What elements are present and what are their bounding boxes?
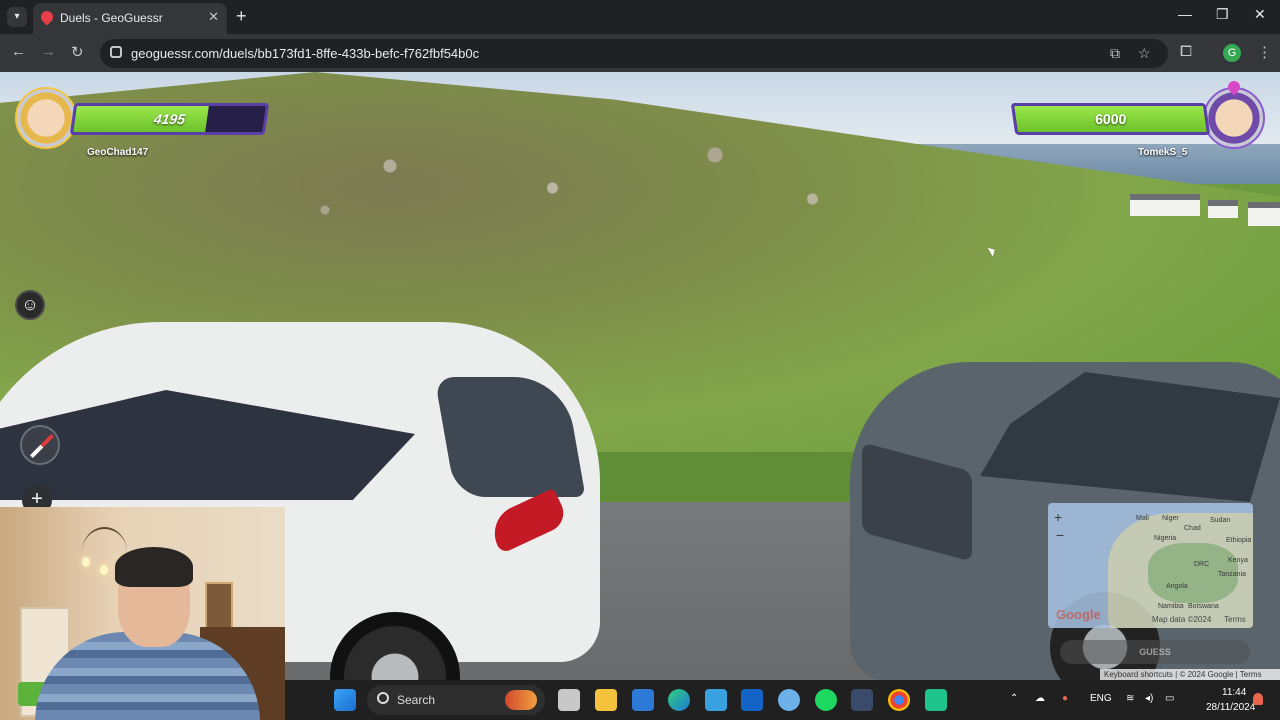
house (1130, 194, 1200, 216)
left-player-health: 4195 (152, 111, 187, 127)
back-icon[interactable]: ← (11, 43, 26, 60)
keyboard-shortcuts-link[interactable]: Keyboard shortcuts (1104, 670, 1173, 679)
windows-start-icon[interactable] (334, 689, 356, 711)
show-hidden-icons-icon[interactable]: ⌃ (1010, 693, 1018, 704)
rocks (260, 122, 910, 232)
webcam-overlay (0, 507, 285, 720)
app-icon[interactable] (925, 689, 947, 711)
browser-toolbar: ← → ↻ geoguessr.com/duels/bb173fd1-8ffe-… (0, 34, 1280, 72)
guess-minimap[interactable]: + − Mali Niger Chad Sudan Nigeria Ethiop… (1048, 503, 1253, 628)
volume-icon[interactable]: ◂) (1145, 693, 1153, 704)
app-icon[interactable] (705, 689, 727, 711)
left-player-avatar (15, 87, 77, 149)
map-zoom-out-button[interactable]: − (1056, 527, 1064, 543)
clock-time[interactable]: 11:44 (1222, 687, 1246, 698)
map-label: Mali (1136, 515, 1149, 522)
house (1208, 200, 1238, 218)
edge-icon[interactable] (668, 689, 690, 711)
clock-date[interactable]: 28/11/2024 (1206, 702, 1255, 713)
minimize-icon[interactable]: — (1178, 6, 1192, 22)
microphone-icon[interactable]: ● (1062, 693, 1068, 704)
browser-tab[interactable]: Duels - GeoGuessr ✕ (33, 3, 227, 34)
address-bar[interactable]: geoguessr.com/duels/bb173fd1-8ffe-433b-b… (100, 39, 1168, 68)
geoguessr-favicon-icon (38, 8, 56, 26)
wifi-icon[interactable]: ≋ (1126, 693, 1134, 704)
emote-smiley-icon[interactable]: ☺ (15, 290, 45, 320)
compass-needle (29, 433, 55, 459)
spotify-icon[interactable] (815, 689, 837, 711)
map-label: Nigeria (1154, 535, 1177, 542)
left-player-health-bar: 4195 (69, 103, 270, 135)
person-hair (115, 547, 193, 587)
right-player-health-bar: 6000 (1010, 103, 1211, 135)
chrome-icon[interactable] (888, 689, 910, 711)
task-view-icon[interactable] (558, 689, 580, 711)
notification-bell-icon[interactable] (1253, 693, 1263, 705)
tab-title: Duels - GeoGuessr (60, 11, 163, 25)
house (1248, 202, 1280, 226)
search-icon (377, 692, 389, 704)
search-placeholder: Search (397, 693, 436, 707)
battery-icon[interactable]: ▭ (1165, 693, 1174, 704)
map-terms-link[interactable]: Terms (1224, 615, 1246, 624)
map-label: Ethiopia (1226, 537, 1252, 544)
copyright-text: © 2024 Google (1179, 670, 1234, 679)
map-zoom-in-button[interactable]: + (1054, 509, 1062, 525)
windows-taskbar: Search ⌃ ☁ ● ENG ≋ ◂) ▭ 11:44 28/11/2024 (285, 680, 1280, 720)
profile-avatar[interactable]: G (1223, 44, 1241, 62)
map-label: Tanzania (1218, 571, 1247, 578)
left-player-name: GeoChad147 (87, 147, 149, 158)
google-logo: Google (1056, 607, 1101, 622)
extensions-icon[interactable]: ⧠ (1180, 43, 1192, 60)
map-label: DRC (1194, 561, 1210, 568)
app-icon[interactable] (778, 689, 800, 711)
browser-tab-bar: ▾ Duels - GeoGuessr ✕ + — ❐ ✕ (0, 0, 1280, 34)
language-indicator[interactable]: ENG (1090, 693, 1112, 704)
steam-icon[interactable] (851, 689, 873, 711)
taskbar-search[interactable]: Search (367, 685, 545, 715)
maximize-icon[interactable]: ❐ (1216, 6, 1229, 23)
light-bulb (100, 565, 108, 575)
map-label: Botswana (1188, 603, 1219, 610)
map-label: Chad (1184, 525, 1201, 532)
map-label: Angola (1166, 583, 1188, 590)
white-houses (1130, 190, 1280, 230)
onedrive-icon[interactable]: ☁ (1035, 693, 1045, 704)
wall-picture (205, 582, 233, 632)
tab-search-button[interactable]: ▾ (7, 7, 27, 27)
guess-button[interactable]: GUESS (1060, 640, 1250, 664)
file-explorer-icon[interactable] (595, 689, 617, 711)
reload-icon[interactable]: ↻ (71, 43, 84, 61)
terms-link[interactable]: Terms (1240, 670, 1262, 679)
install-app-icon[interactable]: ⧉ (1110, 45, 1120, 62)
right-player-avatar (1203, 87, 1265, 149)
map-data-credit: Map data ©2024 (1152, 615, 1212, 624)
outlook-icon[interactable] (741, 689, 763, 711)
compass-icon[interactable] (20, 425, 60, 465)
new-tab-button[interactable]: + (236, 6, 247, 27)
search-highlight-icon (505, 690, 537, 710)
tab-close-icon[interactable]: ✕ (208, 9, 219, 25)
light-bulb (82, 557, 90, 567)
right-player-health: 6000 (1093, 111, 1128, 127)
site-info-icon[interactable] (110, 46, 122, 58)
ms-store-icon[interactable] (632, 689, 654, 711)
url-text[interactable]: geoguessr.com/duels/bb173fd1-8ffe-433b-b… (131, 46, 479, 61)
window-close-icon[interactable]: ✕ (1254, 6, 1266, 23)
map-label: Namibia (1158, 603, 1184, 610)
map-label: Sudan (1210, 517, 1231, 524)
forward-icon[interactable]: → (41, 43, 56, 60)
right-player-name: TomekS_5 (1138, 147, 1188, 158)
bookmark-star-icon[interactable]: ☆ (1138, 45, 1151, 62)
chrome-menu-icon[interactable]: ⋮ (1257, 43, 1272, 61)
map-label: Niger (1162, 515, 1179, 522)
map-label: Kenya (1228, 557, 1248, 564)
